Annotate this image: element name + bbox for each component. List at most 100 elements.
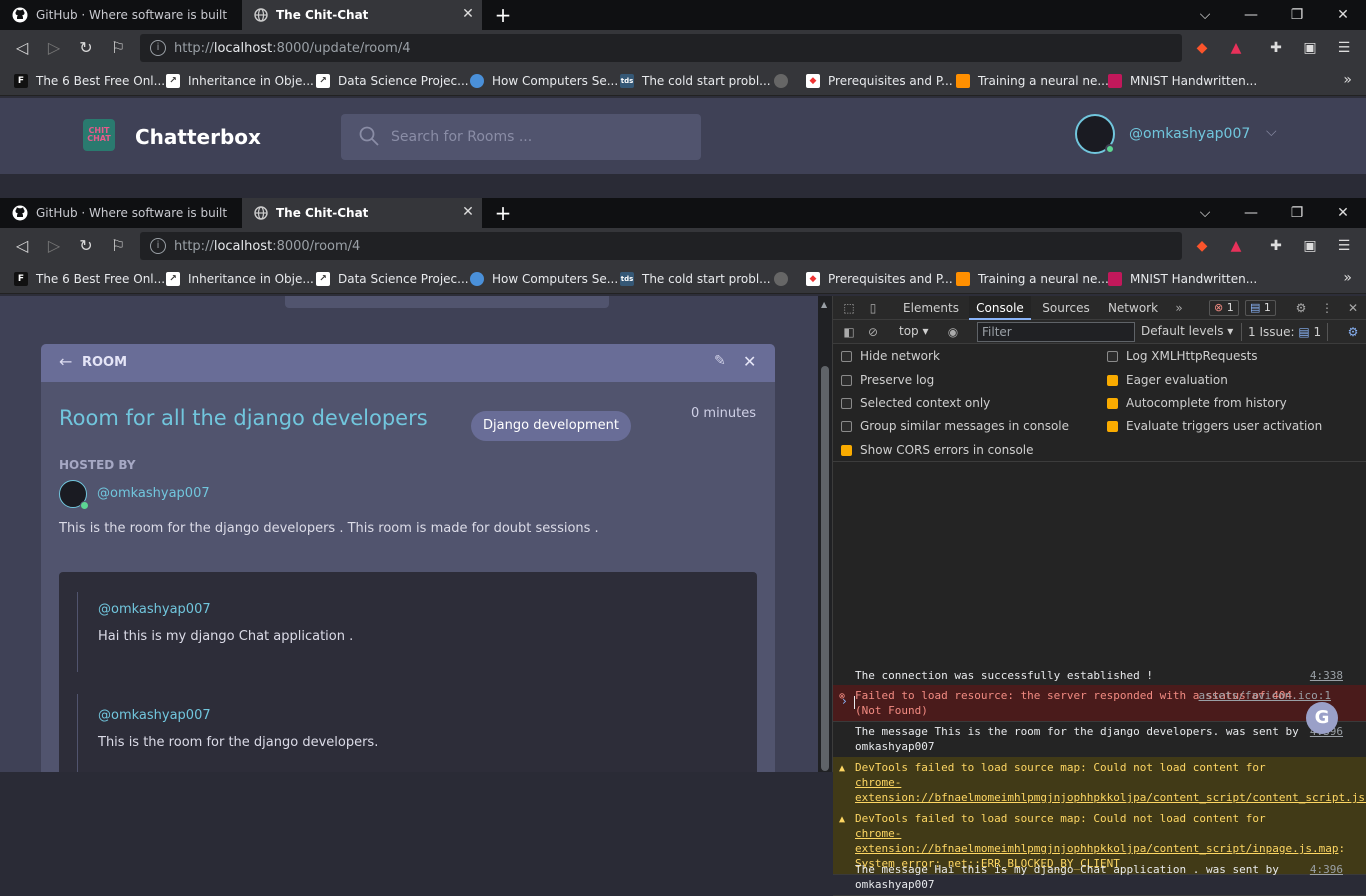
bookmark-item[interactable]: MNIST Handwritten... xyxy=(1108,66,1257,96)
bookmark-item[interactable]: Training a neural ne... xyxy=(956,264,1109,294)
more-bookmarks-icon[interactable]: » xyxy=(1343,72,1352,88)
log-source-link[interactable]: 4:396 xyxy=(1310,862,1343,877)
bookmark-item[interactable]: F The 6 Best Free Onl... xyxy=(14,66,165,96)
console-settings-gear-icon[interactable]: ⚙ xyxy=(1345,324,1361,340)
brave-shield-icon[interactable]: ◆ xyxy=(1192,236,1212,256)
bookmark-item[interactable]: How Computers Se... xyxy=(470,264,618,294)
bookmark-item[interactable]: MNIST Handwritten... xyxy=(1108,264,1257,294)
console-filter-input[interactable]: Filter xyxy=(977,322,1135,342)
tab-elements[interactable]: Elements xyxy=(897,296,965,320)
scrollbar-thumb[interactable] xyxy=(821,366,829,771)
host-avatar[interactable] xyxy=(59,480,89,510)
bookmark-item[interactable]: tds The cold start probl... xyxy=(620,66,771,96)
username[interactable]: @omkashyap007 xyxy=(1129,126,1250,142)
extensions-icon[interactable]: ✚ xyxy=(1266,236,1286,256)
edit-icon[interactable]: ✎ xyxy=(714,353,726,369)
bookmark-icon[interactable]: ⚐ xyxy=(108,38,128,58)
chevron-down-icon[interactable]: ⌵ xyxy=(1266,124,1277,140)
bookmark-item[interactable]: How Computers Se... xyxy=(470,66,618,96)
preserve-log-checkbox[interactable]: Preserve log xyxy=(841,371,934,389)
avatar[interactable] xyxy=(1075,114,1115,154)
log-source-link[interactable]: 4:396 xyxy=(1310,724,1343,739)
group-similar-checkbox[interactable]: Group similar messages in console xyxy=(841,417,1069,435)
bookmark-item[interactable]: tds The cold start probl... xyxy=(620,264,771,294)
brave-rewards-icon[interactable]: ▲ xyxy=(1226,38,1246,58)
extensions-icon[interactable]: ✚ xyxy=(1266,38,1286,58)
message-count-badge[interactable]: ▤ 1 xyxy=(1245,300,1276,316)
bookmark-item[interactable]: Training a neural ne... xyxy=(956,66,1109,96)
brand-name[interactable]: Chatterbox xyxy=(135,125,261,149)
bookmark-item[interactable]: ↗ Data Science Projec... xyxy=(316,66,469,96)
address-bar[interactable]: i http://localhost:8000/update/room/4 xyxy=(140,34,1182,62)
tab-chit-chat[interactable]: The Chit-Chat ✕ xyxy=(242,0,482,30)
bookmark-item[interactable]: ◆ Prerequisites and P... xyxy=(806,66,953,96)
back-icon[interactable]: ◁ xyxy=(12,38,32,58)
gear-icon[interactable]: ⚙ xyxy=(1293,300,1309,316)
source-map-link[interactable]: chrome-extension://bfnaelmomeimhlpmgjnjo… xyxy=(855,827,1338,855)
tab-console[interactable]: Console xyxy=(969,296,1031,320)
host-username[interactable]: @omkashyap007 xyxy=(97,486,210,501)
address-bar[interactable]: i http://localhost:8000/room/4 xyxy=(140,232,1182,260)
close-icon[interactable]: ✕ xyxy=(1345,300,1361,316)
bookmark-item[interactable]: F The 6 Best Free Onl... xyxy=(14,264,165,294)
tab-search-chevron-icon[interactable]: ⌵ xyxy=(1182,0,1228,30)
tab-chit-chat[interactable]: The Chit-Chat ✕ xyxy=(242,198,482,228)
close-window-button[interactable]: ✕ xyxy=(1320,198,1366,228)
log-levels-select[interactable]: Default levels ▾ xyxy=(1141,324,1233,338)
bookmark-icon[interactable]: ⚐ xyxy=(108,236,128,256)
close-icon[interactable]: ✕ xyxy=(743,352,756,371)
bookmark-item[interactable]: ↗ Inheritance in Obje... xyxy=(166,66,314,96)
wallet-icon[interactable]: ▣ xyxy=(1300,236,1320,256)
site-info-icon[interactable]: i xyxy=(150,40,166,56)
close-tab-icon[interactable]: ✕ xyxy=(460,6,476,22)
reload-icon[interactable]: ↻ xyxy=(76,236,96,256)
more-bookmarks-icon[interactable]: » xyxy=(1343,270,1352,286)
back-icon[interactable]: ◁ xyxy=(12,236,32,256)
tab-search-chevron-icon[interactable]: ⌵ xyxy=(1182,198,1228,228)
scroll-up-icon[interactable]: ▲ xyxy=(821,300,827,309)
forward-icon[interactable]: ▷ xyxy=(44,236,64,256)
restore-button[interactable]: ❐ xyxy=(1274,198,1320,228)
menu-icon[interactable]: ☰ xyxy=(1334,236,1354,256)
arrow-left-icon[interactable]: ← xyxy=(59,352,72,371)
eager-eval-checkbox[interactable]: Eager evaluation xyxy=(1107,371,1228,389)
close-tab-icon[interactable]: ✕ xyxy=(460,204,476,220)
bookmark-item[interactable] xyxy=(774,66,796,96)
clear-console-icon[interactable]: ⊘ xyxy=(865,324,881,340)
new-tab-button[interactable]: + xyxy=(492,202,514,224)
selected-context-checkbox[interactable]: Selected context only xyxy=(841,394,990,412)
evaluate-triggers-checkbox[interactable]: Evaluate triggers user activation xyxy=(1107,417,1322,435)
tab-github[interactable]: GitHub · Where software is built xyxy=(0,0,240,30)
bookmark-item[interactable]: ↗ Inheritance in Obje... xyxy=(166,264,314,294)
wallet-icon[interactable]: ▣ xyxy=(1300,38,1320,58)
bookmark-item[interactable]: ↗ Data Science Projec... xyxy=(316,264,469,294)
minimize-button[interactable]: — xyxy=(1228,0,1274,30)
hide-network-checkbox[interactable]: Hide network xyxy=(841,347,940,365)
error-count-badge[interactable]: ⊗ 1 xyxy=(1209,300,1239,316)
cors-errors-checkbox[interactable]: Show CORS errors in console xyxy=(841,441,1034,459)
forward-icon[interactable]: ▷ xyxy=(44,38,64,58)
bookmark-item[interactable]: ◆ Prerequisites and P... xyxy=(806,264,953,294)
bookmark-item[interactable] xyxy=(774,264,796,294)
new-tab-button[interactable]: + xyxy=(492,4,514,26)
tab-network[interactable]: Network xyxy=(1101,296,1165,320)
brave-shield-icon[interactable]: ◆ xyxy=(1192,38,1212,58)
log-source-link[interactable]: assets/favicon.ico:1 xyxy=(1199,688,1331,703)
more-tabs-icon[interactable]: » xyxy=(1171,300,1187,316)
restore-button[interactable]: ❐ xyxy=(1274,0,1320,30)
inspect-icon[interactable]: ⬚ xyxy=(841,300,857,316)
site-info-icon[interactable]: i xyxy=(150,238,166,254)
reload-icon[interactable]: ↻ xyxy=(76,38,96,58)
brave-rewards-icon[interactable]: ▲ xyxy=(1226,236,1246,256)
sidebar-toggle-icon[interactable]: ◧ xyxy=(841,324,857,340)
message-author[interactable]: @omkashyap007 xyxy=(98,708,757,723)
issues-button[interactable]: 1 Issue: ▤ 1 xyxy=(1241,323,1329,341)
message-author[interactable]: @omkashyap007 xyxy=(98,602,757,617)
context-select[interactable]: top ▾ xyxy=(899,324,929,338)
page-scrollbar[interactable]: ▲ xyxy=(818,296,832,772)
autocomplete-checkbox[interactable]: Autocomplete from history xyxy=(1107,394,1287,412)
source-map-link[interactable]: chrome-extension://bfnaelmomeimhlpmgjnjo… xyxy=(855,776,1366,804)
tab-github[interactable]: GitHub · Where software is built xyxy=(0,198,240,228)
eye-icon[interactable]: ◉ xyxy=(945,324,961,340)
chatterbox-logo[interactable]: CHIT CHAT xyxy=(83,119,115,151)
